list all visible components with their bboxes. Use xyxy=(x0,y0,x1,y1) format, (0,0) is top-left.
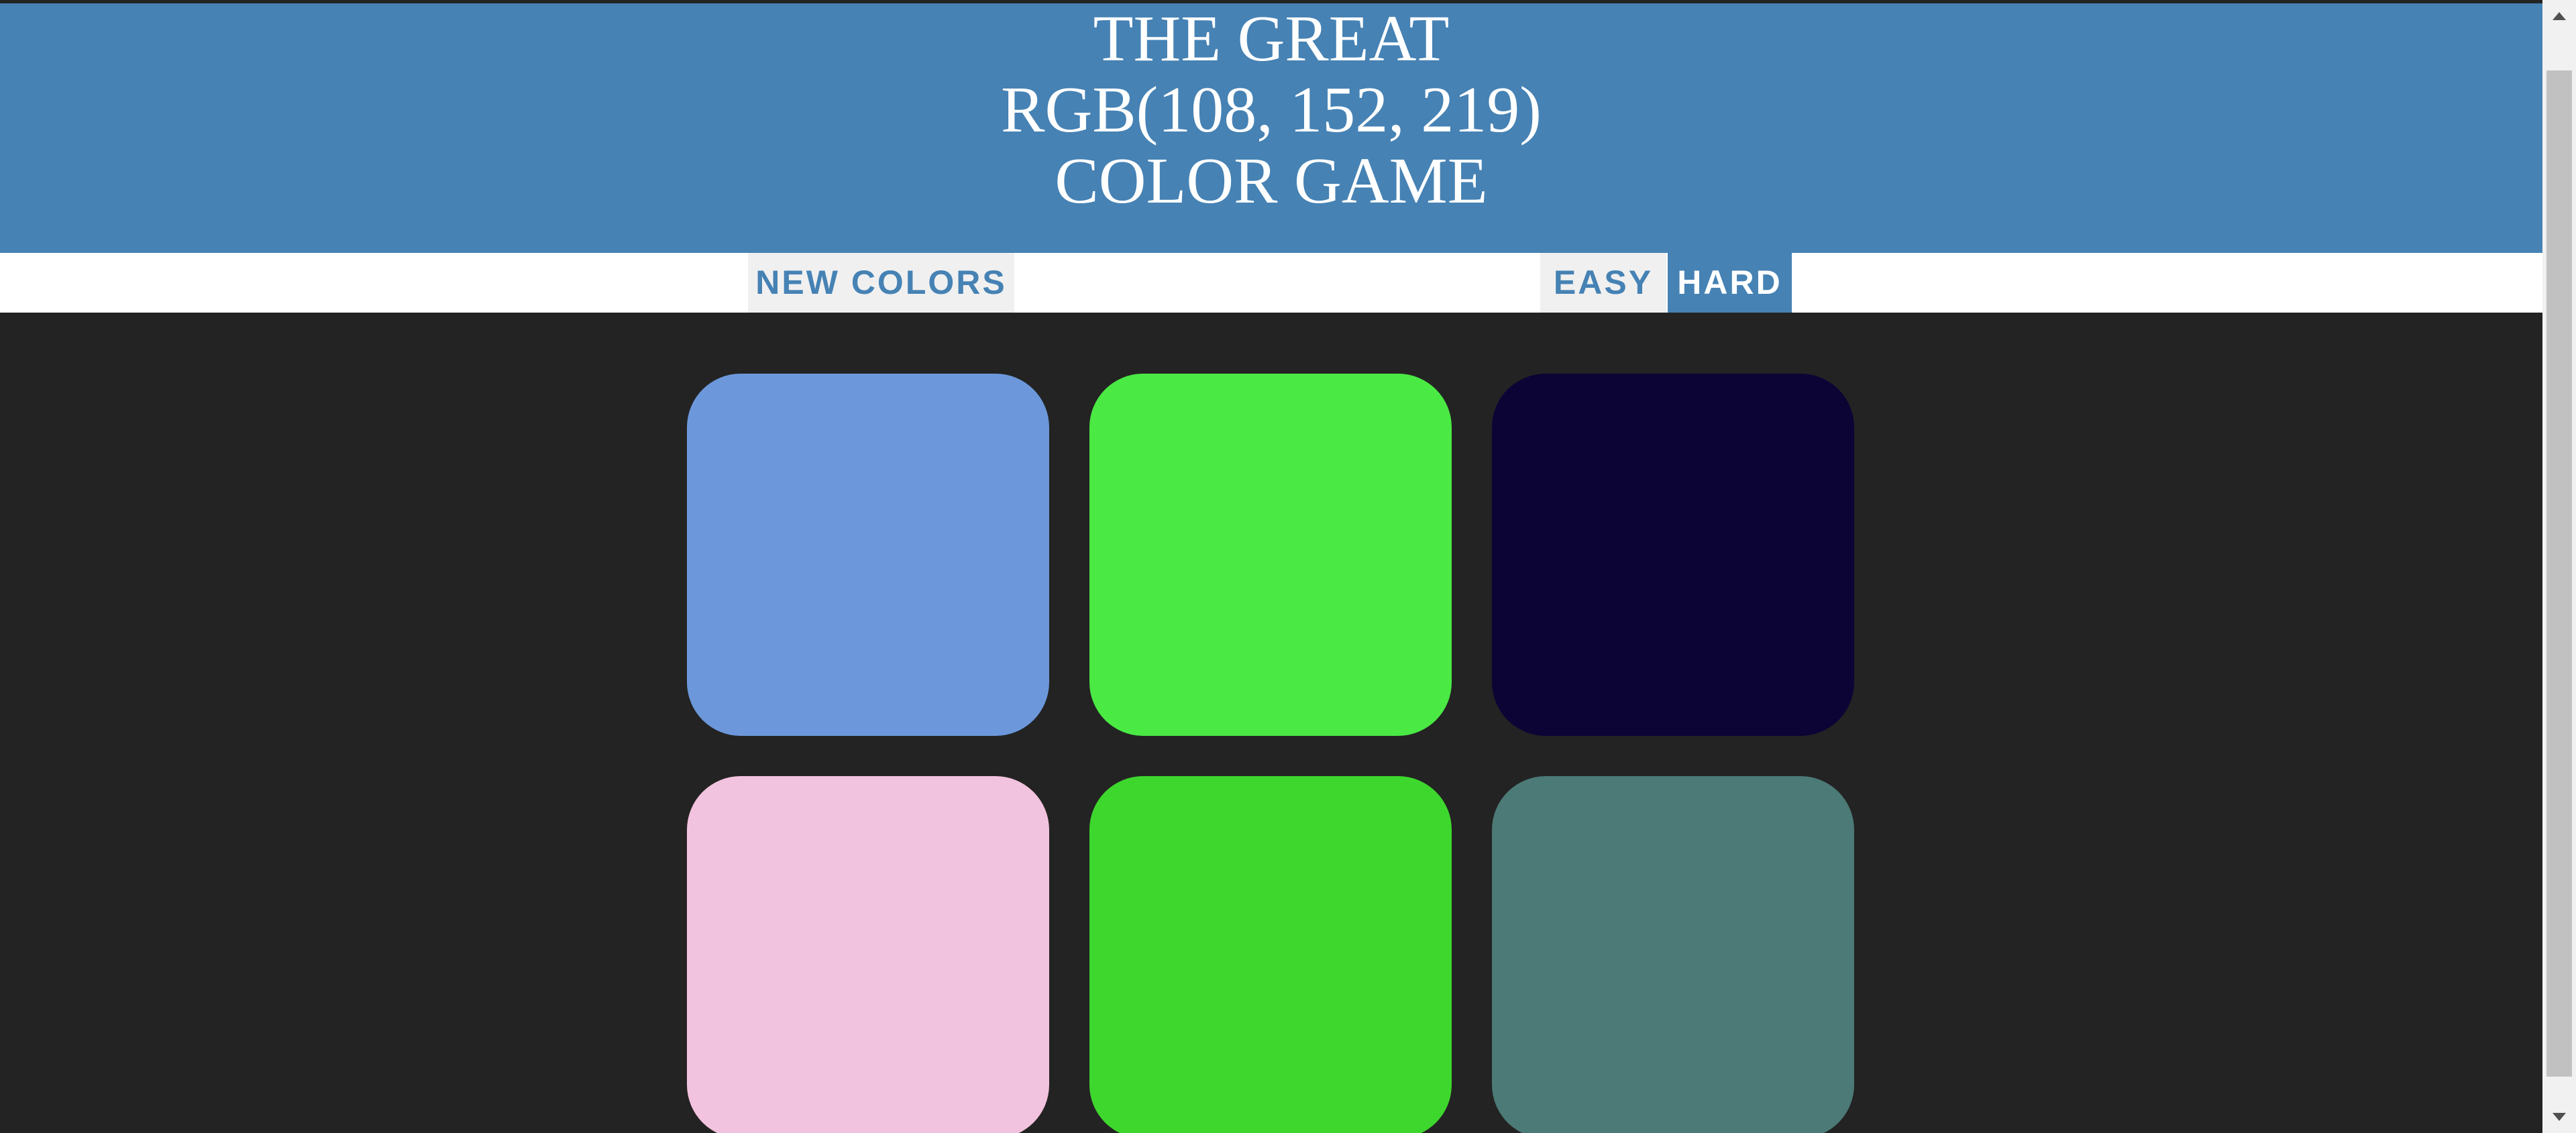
color-square[interactable] xyxy=(1089,374,1452,736)
arrow-up-icon xyxy=(2553,12,2566,20)
game-page: THE GREAT RGB(108, 152, 219) COLOR GAME … xyxy=(0,0,2542,1133)
scroll-down-button[interactable] xyxy=(2542,1099,2576,1133)
title-header: THE GREAT RGB(108, 152, 219) COLOR GAME xyxy=(0,3,2542,253)
title-line-3: COLOR GAME xyxy=(1055,145,1488,217)
color-square[interactable] xyxy=(1492,776,1854,1133)
color-square[interactable] xyxy=(1492,374,1854,736)
target-rgb-display: RGB(108, 152, 219) xyxy=(1001,74,1542,146)
hard-mode-button[interactable]: HARD xyxy=(1668,253,1792,313)
easy-mode-button[interactable]: EASY xyxy=(1540,253,1666,313)
color-square[interactable] xyxy=(687,374,1049,736)
vertical-scrollbar[interactable] xyxy=(2542,0,2576,1133)
control-stripe: NEW COLORS EASY HARD xyxy=(0,253,2542,313)
color-square[interactable] xyxy=(687,776,1049,1133)
new-colors-button[interactable]: NEW COLORS xyxy=(748,253,1014,313)
color-square[interactable] xyxy=(1089,776,1452,1133)
scrollbar-thumb[interactable] xyxy=(2546,70,2572,1077)
arrow-down-icon xyxy=(2553,1113,2566,1121)
title-line-1: THE GREAT xyxy=(1093,3,1450,75)
scroll-up-button[interactable] xyxy=(2542,0,2576,34)
color-board xyxy=(0,313,2542,1133)
